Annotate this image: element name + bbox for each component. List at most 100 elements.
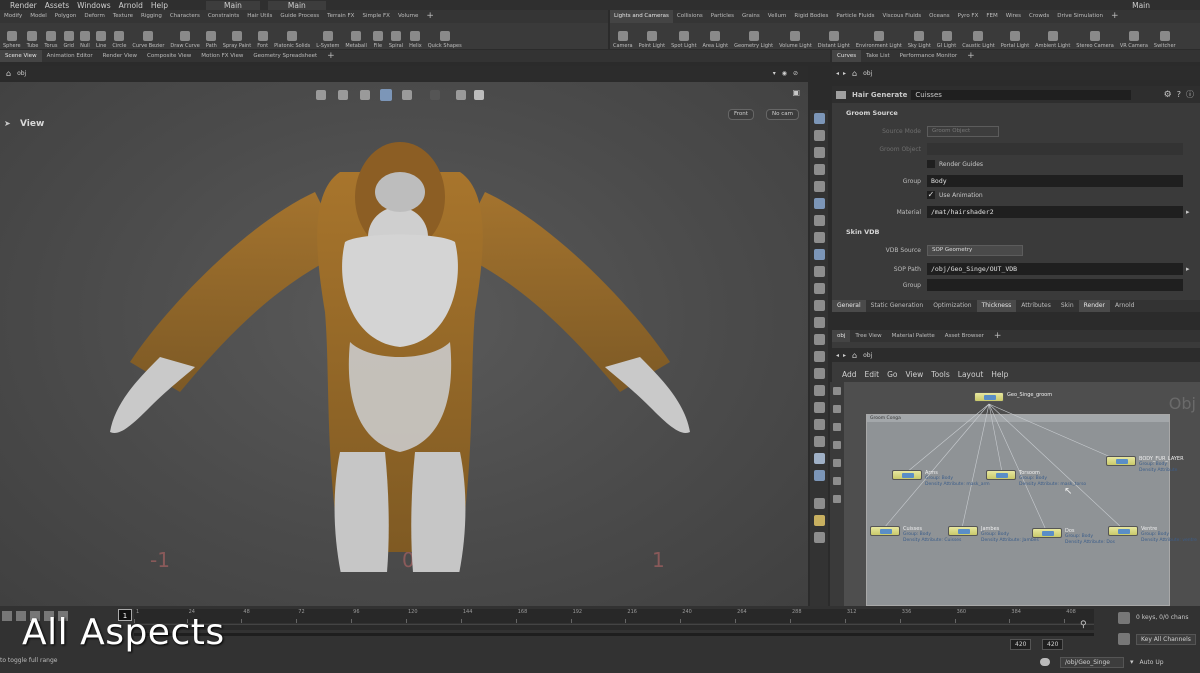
shelf-tab-particle-fluids[interactable]: Particle Fluids (832, 10, 878, 23)
select-icon[interactable] (833, 387, 841, 395)
key-icon[interactable]: ⚲ (1080, 620, 1087, 630)
shelf-tool-curve-bezier[interactable]: Curve Bezier (129, 23, 167, 49)
cam-menu[interactable]: No cam (766, 109, 799, 120)
shading-icon[interactable] (338, 90, 348, 100)
help-icon[interactable]: ? (1177, 90, 1181, 99)
camera-menu[interactable]: Front (728, 109, 754, 120)
auto-update-label[interactable]: Auto Up (1140, 659, 1164, 666)
shelf-tab-deform[interactable]: Deform (80, 10, 108, 23)
menu-help[interactable]: Help (151, 1, 168, 10)
forward-arrow-icon[interactable]: ▸ (843, 352, 846, 359)
view-arrow-icon[interactable]: ➤ (4, 119, 11, 128)
network-canvas[interactable]: Obj Geo_Singe_groom Groom Conga Arms Grou… (832, 382, 1200, 606)
paint-icon[interactable] (813, 351, 825, 362)
pane-tab-render-view[interactable]: Render View (98, 50, 142, 62)
info-icon[interactable]: ⓘ (1186, 89, 1194, 100)
xray-icon[interactable] (813, 266, 825, 277)
shelf-tab-rigging[interactable]: Rigging (137, 10, 166, 23)
skin-group-field[interactable] (927, 279, 1183, 291)
shelf-tab-fem[interactable]: FEM (982, 10, 1001, 23)
pane-tab-performance-monitor[interactable]: Performance Monitor (895, 50, 963, 62)
shelf-tool-metaball[interactable]: Metaball (342, 23, 369, 49)
shelf-tool-tube[interactable]: Tube (24, 23, 42, 49)
note-icon[interactable] (833, 423, 841, 431)
menu-windows[interactable]: Windows (77, 1, 110, 10)
shelf-tab-crowds[interactable]: Crowds (1025, 10, 1053, 23)
keys-icon[interactable] (1118, 612, 1130, 624)
texture-icon[interactable] (813, 453, 825, 464)
shelf-tool-font[interactable]: Font (254, 23, 271, 49)
timeline-ruler[interactable]: 1 24 48 72 96 120 144 168 192 216 240 264 288 312 336 3… (134, 609, 1094, 623)
lock-icon[interactable] (813, 130, 825, 141)
shelf-tool-quick-shapes[interactable]: Quick Shapes (425, 23, 465, 49)
shelf-tab-constraints[interactable]: Constraints (204, 10, 243, 23)
table-icon[interactable] (813, 532, 825, 543)
network-menu-help[interactable]: Help (991, 370, 1008, 379)
shelf-tool-caustic-light[interactable]: Caustic Light (959, 23, 998, 49)
param-tab-attributes[interactable]: Attributes (1016, 300, 1056, 312)
shelf-tab-texture[interactable]: Texture (109, 10, 137, 23)
pane-tab-geometry-spreadsheet[interactable]: Geometry Spreadsheet (248, 50, 322, 62)
shelf-tab-grains[interactable]: Grains (738, 10, 764, 23)
visibility-icon[interactable] (813, 181, 825, 192)
shelf-tab-particles[interactable]: Particles (707, 10, 738, 23)
shelf-tool-platonic-solids[interactable]: Platonic Solids (271, 23, 313, 49)
param-tab-arnold[interactable]: Arnold (1110, 300, 1139, 312)
network-tab-asset-browser[interactable]: Asset Browser (940, 330, 989, 342)
layout-icon[interactable] (813, 515, 825, 526)
path-dropdown-icon[interactable]: ▾ (773, 70, 776, 77)
shelf-tool-line[interactable]: Line (93, 23, 109, 49)
pane-tab-composite-view[interactable]: Composite View (142, 50, 196, 62)
path-field[interactable]: /obj/Geo_Singe (1060, 656, 1124, 668)
network-tab-obj[interactable]: obj (832, 330, 851, 342)
source-mode-select[interactable]: Groom Object (927, 126, 999, 137)
menu-arnold[interactable]: Arnold (119, 1, 143, 10)
shelf-tool-path[interactable]: Path (203, 23, 220, 49)
shelf-tool-grid[interactable]: Grid (60, 23, 77, 49)
shelf-tab-rigid-bodies[interactable]: Rigid Bodies (790, 10, 832, 23)
shelf-tool-null[interactable]: Null (77, 23, 93, 49)
vdb-source-select[interactable]: SOP Geometry (927, 245, 1023, 256)
shelf-tab-guide-process[interactable]: Guide Process (276, 10, 323, 23)
use-animation-checkbox[interactable]: ✓ (927, 191, 935, 199)
background-icon[interactable] (813, 232, 825, 243)
add-pane-tab-icon[interactable]: + (322, 50, 340, 62)
shelf-tool-circle[interactable]: Circle (109, 23, 129, 49)
sop-path-field[interactable]: /obj/Geo_Singe/OUT_VDB (927, 263, 1183, 275)
material-chooser-icon[interactable]: ▸ (1186, 208, 1190, 216)
network-tab-material-palette[interactable]: Material Palette (887, 330, 940, 342)
grid-toggle-icon[interactable] (380, 89, 392, 101)
network-path[interactable]: obj (863, 352, 872, 359)
box-icon[interactable] (833, 441, 841, 449)
shelf-tab-characters[interactable]: Characters (166, 10, 204, 23)
shelf-tool-torus[interactable]: Torus (41, 23, 60, 49)
gear-icon[interactable]: ⚙ (1164, 90, 1172, 100)
shelf-tool-geometry-light[interactable]: Geometry Light (731, 23, 776, 49)
shelf-tab-volume[interactable]: Volume (394, 10, 422, 23)
ghost-icon[interactable] (402, 90, 412, 100)
viewport-path[interactable]: obj (17, 70, 26, 77)
jump-start-icon[interactable] (2, 611, 12, 621)
shelf-tool-portal-light[interactable]: Portal Light (998, 23, 1032, 49)
snap-icon[interactable] (813, 147, 825, 158)
shelf-tool-spot-light[interactable]: Spot Light (668, 23, 699, 49)
network-tab-tree-view[interactable]: Tree View (850, 330, 886, 342)
range-slider[interactable] (134, 624, 1094, 630)
frame-icon[interactable] (833, 459, 841, 467)
network-menu-add[interactable]: Add (842, 370, 857, 379)
cloud-icon[interactable] (1040, 658, 1050, 666)
node-name-field[interactable]: Cuisses (911, 89, 1132, 100)
shape-icon[interactable] (813, 402, 825, 413)
shelf-tool-spiral[interactable]: Spiral (386, 23, 406, 49)
shelf-tool-distant-light[interactable]: Distant Light (815, 23, 853, 49)
pane-tab-take-list[interactable]: Take List (861, 50, 895, 62)
shelf-tool-point-light[interactable]: Point Light (636, 23, 668, 49)
shelf-tab-model[interactable]: Model (26, 10, 51, 23)
snapshot-icon[interactable] (456, 90, 466, 100)
network-node-ventre[interactable]: Ventre Group: Body Density Attribute: vent… (1108, 526, 1197, 544)
network-node-arms[interactable]: Arms Group: Body Density Attribute: mask_a… (892, 470, 990, 488)
square-icon[interactable] (813, 436, 825, 447)
shelf-tool-area-light[interactable]: Area Light (700, 23, 732, 49)
viewport-maximize-icon[interactable]: ▣ (792, 88, 800, 97)
ape-character-model[interactable] (100, 132, 700, 572)
